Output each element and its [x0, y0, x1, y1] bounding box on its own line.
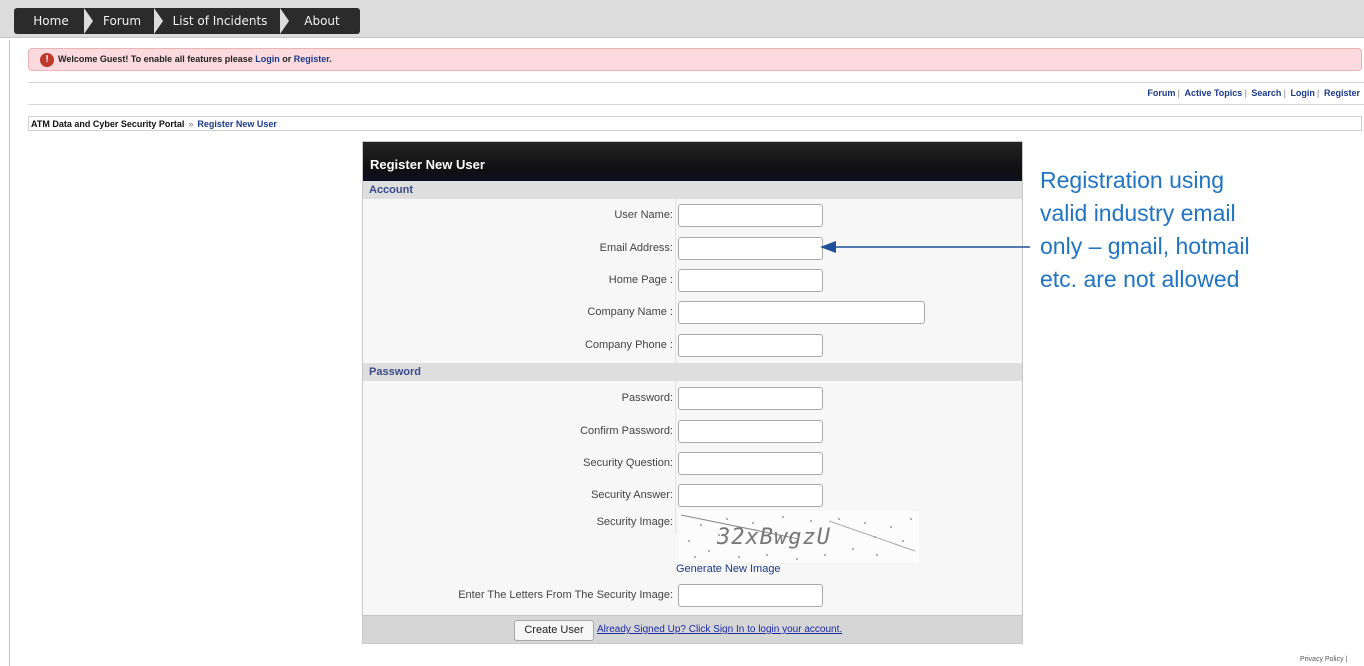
- breadcrumb-root[interactable]: ATM Data and Cyber Security Portal: [31, 119, 184, 129]
- breadcrumb-separator: »: [188, 119, 194, 129]
- confirm-password-label: Confirm Password:: [580, 425, 673, 437]
- active-topics-link[interactable]: Active Topics: [1182, 88, 1244, 98]
- user-name-row: User Name:: [363, 202, 1022, 230]
- security-question-input[interactable]: [678, 452, 823, 475]
- nav-tab-forum[interactable]: Forum: [92, 8, 152, 34]
- search-link[interactable]: Search: [1249, 88, 1283, 98]
- forum-toolbar: Forum | Active Topics | Search | Login | Reg…: [28, 82, 1364, 105]
- register-link[interactable]: Register: [1322, 88, 1362, 98]
- captcha-entry-row: Enter The Letters From The Security Imag…: [363, 582, 1022, 610]
- password-row: Password:: [363, 385, 1022, 413]
- alert-icon: !: [40, 53, 54, 67]
- create-user-button[interactable]: Create User: [514, 620, 594, 641]
- password-section-header: Password: [363, 363, 1022, 381]
- company-phone-input[interactable]: [678, 334, 823, 357]
- link-separator: |: [1244, 88, 1247, 98]
- link-separator: |: [1316, 88, 1320, 98]
- welcome-login-link[interactable]: Login: [255, 54, 280, 64]
- annotation-callout: Registration using valid industry email …: [1040, 164, 1364, 294]
- welcome-message: Welcome Guest! To enable all features pl…: [58, 54, 332, 64]
- captcha-entry-input[interactable]: [678, 584, 823, 607]
- forum-link[interactable]: Forum: [1145, 88, 1177, 98]
- password-input[interactable]: [678, 387, 823, 410]
- privacy-policy-link[interactable]: Privacy Policy |: [1300, 656, 1347, 663]
- company-phone-row: Company Phone :: [363, 332, 1022, 360]
- top-navigation: Home Forum List of Incidents About: [0, 0, 1364, 38]
- password-label: Password:: [621, 392, 673, 404]
- generate-new-image-link[interactable]: Generate New Image: [676, 563, 781, 575]
- company-name-input[interactable]: [678, 301, 925, 324]
- breadcrumb-trail: ATM Data and Cyber Security Portal » Regis…: [31, 119, 277, 129]
- login-link[interactable]: Login: [1288, 88, 1317, 98]
- email-label: Email Address:: [599, 242, 673, 254]
- confirm-password-input[interactable]: [678, 420, 823, 443]
- welcome-banner: ! Welcome Guest! To enable all features …: [28, 48, 1362, 71]
- captcha-text: 32xBwgzU: [717, 525, 831, 550]
- form-footer: Create User Already Signed Up? Click Sig…: [363, 615, 1022, 643]
- welcome-register-link[interactable]: Register: [294, 54, 330, 64]
- annotation-line: valid industry email: [1040, 200, 1236, 226]
- company-phone-label: Company Phone :: [584, 339, 673, 351]
- link-separator: |: [1177, 88, 1180, 98]
- security-question-label: Security Question:: [583, 457, 673, 469]
- account-section-header: Account: [363, 181, 1022, 199]
- security-image-label: Security Image:: [596, 516, 673, 528]
- page-left-border: [9, 40, 10, 666]
- company-name-label: Company Name :: [587, 306, 673, 318]
- annotation-line: only – gmail, hotmail: [1040, 233, 1250, 259]
- nav-tabs: Home Forum List of Incidents About: [14, 8, 360, 34]
- panel-title: Register New User: [370, 157, 485, 172]
- already-signed-up-link[interactable]: Already Signed Up? Click Sign In to logi…: [597, 624, 842, 635]
- register-panel: Register New User Account User Name: Ema…: [362, 141, 1023, 644]
- company-name-row: Company Name :: [363, 299, 1022, 327]
- breadcrumb-current[interactable]: Register New User: [197, 119, 277, 129]
- captcha-entry-label: Enter The Letters From The Security Imag…: [458, 589, 673, 601]
- forum-links: Forum | Active Topics | Search | Login | Reg…: [1145, 88, 1362, 98]
- security-answer-label: Security Answer:: [591, 489, 673, 501]
- nav-tab-list-of-incidents[interactable]: List of Incidents: [164, 8, 276, 34]
- breadcrumb: ATM Data and Cyber Security Portal » Regis…: [28, 116, 1362, 131]
- home-page-label: Home Page :: [608, 274, 673, 286]
- welcome-or: or: [279, 54, 294, 64]
- user-name-input[interactable]: [678, 204, 823, 227]
- annotation-arrow: [820, 241, 1030, 253]
- security-answer-input[interactable]: [678, 484, 823, 507]
- security-question-row: Security Question:: [363, 450, 1022, 478]
- home-page-row: Home Page :: [363, 267, 1022, 295]
- welcome-prefix: Welcome Guest! To enable all features pl…: [58, 54, 256, 64]
- welcome-suffix: .: [329, 54, 332, 64]
- panel-header: Register New User: [363, 142, 1022, 181]
- user-name-label: User Name:: [614, 209, 673, 221]
- link-separator: |: [1283, 88, 1286, 98]
- captcha-image: 32xBwgzU: [679, 511, 919, 563]
- nav-tab-home[interactable]: Home: [20, 8, 82, 34]
- email-input[interactable]: [678, 237, 823, 260]
- annotation-line: Registration using: [1040, 167, 1225, 193]
- security-answer-row: Security Answer:: [363, 482, 1022, 510]
- annotation-line: etc. are not allowed: [1040, 266, 1240, 292]
- nav-tab-about[interactable]: About: [290, 8, 354, 34]
- confirm-password-row: Confirm Password:: [363, 418, 1022, 446]
- home-page-input[interactable]: [678, 269, 823, 292]
